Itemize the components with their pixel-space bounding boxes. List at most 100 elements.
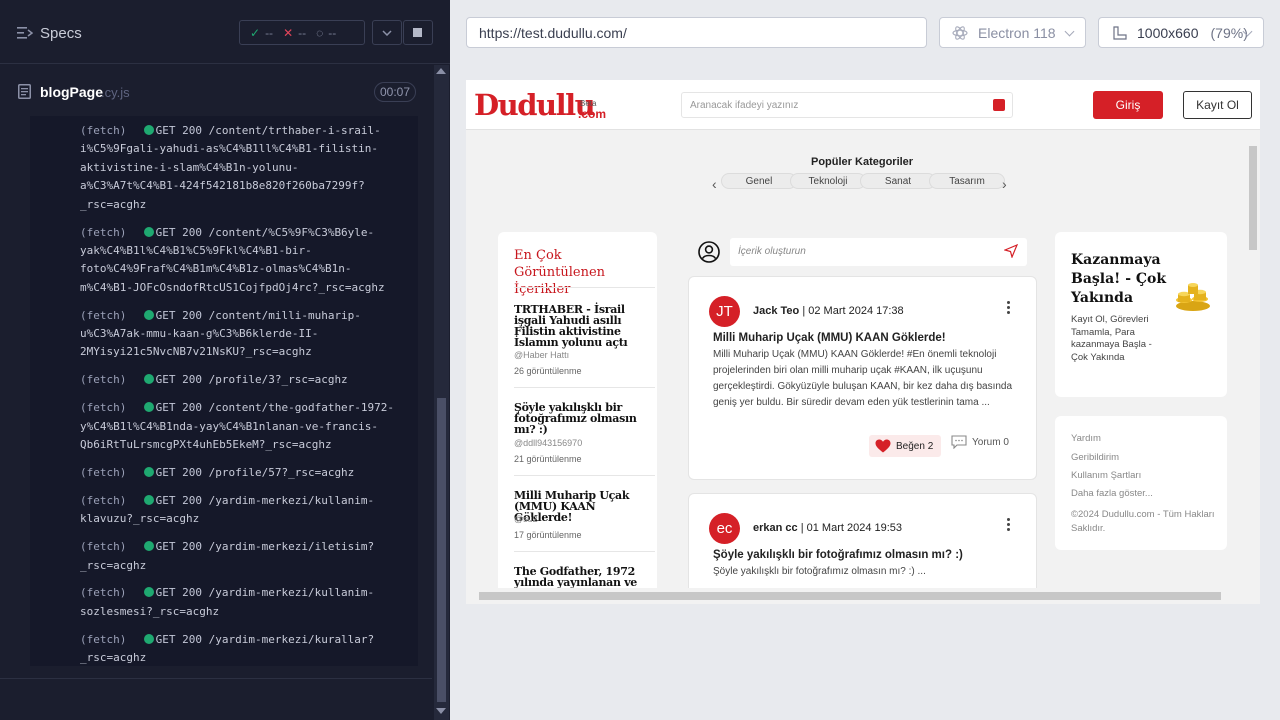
- passed-count: --: [265, 25, 274, 40]
- log-entry[interactable]: (fetch) GET 200 /yardim-merkezi/kullanim…: [80, 492, 416, 529]
- log-entry[interactable]: (fetch) GET 200 /content/milli-muharip-u…: [80, 307, 416, 362]
- stop-button[interactable]: [403, 20, 433, 45]
- status-dot-icon: [143, 374, 154, 385]
- log-method: GET: [155, 465, 176, 479]
- log-path: u%C3%A7ak-mmu-kaan-g%C3%B6klerde-II-: [80, 327, 319, 340]
- app-frame: Dudullu Beta .com Aranacak ifadeyi yazın…: [466, 80, 1260, 604]
- app-vertical-scroll-thumb[interactable]: [1249, 146, 1257, 250]
- more-vertical-icon[interactable]: [1007, 518, 1011, 533]
- pending-circle-icon: ◌: [316, 25, 324, 40]
- log-path: aktivistine-i-slam%C4%B1n-yolunu-: [80, 160, 299, 174]
- popular-categories-title: Popüler Kategoriler: [811, 156, 914, 168]
- log-entry[interactable]: (fetch) GET 200 /yardim-merkezi/iletisim…: [80, 538, 416, 575]
- log-entry[interactable]: (fetch) GET 200 /content/%C5%9F%C3%B6yle…: [80, 224, 416, 298]
- scroll-up-icon[interactable]: [436, 68, 446, 74]
- log-path: yak%C4%B1l%C4%B1%C5%9Fkl%C4%B1-bir-: [80, 243, 312, 257]
- app-horizontal-scroll-thumb[interactable]: [479, 592, 1221, 600]
- like-button[interactable]: Beğen 2: [869, 435, 941, 457]
- create-content-bar: İçerik oluşturun: [688, 238, 1028, 266]
- log-entry[interactable]: (fetch) GET 200 /profile/57?_rsc=acghz: [80, 464, 416, 482]
- category-teknoloji[interactable]: Teknoloji: [790, 173, 866, 189]
- pending-stat: ◌ --: [316, 26, 336, 40]
- link-show-more[interactable]: Daha fazla göster...: [1071, 488, 1153, 499]
- log-method: GET: [155, 632, 176, 646]
- log-status: 200: [182, 493, 202, 507]
- log-method: GET: [155, 225, 176, 239]
- status-dot-icon: [143, 226, 154, 237]
- most-viewed-item-user[interactable]: @su2: [514, 514, 538, 524]
- specs-list-icon[interactable]: [17, 26, 33, 40]
- spec-file-name: blogPage: [40, 84, 104, 100]
- category-genel[interactable]: Genel: [721, 173, 797, 189]
- link-feedback[interactable]: Geribildirim: [1071, 452, 1119, 463]
- most-viewed-item-views: 17 görüntülenme: [514, 530, 582, 540]
- log-path: /yardim-merkezi/kurallar?: [208, 632, 375, 646]
- comment-count: Yorum 0: [972, 436, 1009, 448]
- chevron-left-icon[interactable]: ‹: [712, 176, 717, 192]
- post-title[interactable]: Milli Muharip Uçak (MMU) KAAN Göklerde!: [713, 332, 946, 344]
- user-avatar-icon[interactable]: [698, 241, 720, 263]
- post-card[interactable]: JT Jack Teo | 02 Mart 2024 17:38 Milli M…: [688, 276, 1037, 480]
- viewport-selector[interactable]: 1000x660 (79%): [1098, 17, 1264, 48]
- status-dot-icon: [143, 494, 154, 505]
- more-vertical-icon[interactable]: [1007, 301, 1011, 316]
- avatar[interactable]: ec: [709, 513, 740, 544]
- log-type: (fetch): [80, 308, 127, 322]
- send-icon[interactable]: [1004, 244, 1018, 258]
- link-help[interactable]: Yardım: [1071, 433, 1101, 444]
- log-status: 200: [182, 124, 202, 137]
- category-tasarim[interactable]: Tasarım: [929, 173, 1005, 189]
- panel-topbar: Specs ✓ -- ✕ -- ◌ --: [0, 0, 450, 64]
- command-log: (fetch) GET 200 /content/trthaber-i-srai…: [30, 116, 418, 666]
- divider: [0, 678, 432, 679]
- register-button[interactable]: Kayıt Ol: [1183, 91, 1252, 119]
- scroll-down-icon[interactable]: [436, 708, 446, 714]
- log-status: 200: [182, 540, 202, 554]
- most-viewed-item-user[interactable]: @Haber Hattı: [514, 350, 569, 360]
- post-body: Milli Muharip Uçak (MMU) KAAN Göklerde! …: [713, 349, 1013, 408]
- browser-selector[interactable]: Electron 118: [939, 17, 1086, 48]
- stop-icon: [413, 27, 422, 37]
- panel-scroll-thumb[interactable]: [437, 398, 446, 702]
- divider: [514, 387, 655, 388]
- post-author[interactable]: erkan cc: [753, 522, 798, 534]
- log-method: GET: [155, 493, 176, 507]
- log-path: /profile/57?_rsc=acghz: [208, 465, 355, 479]
- earn-description: Kayıt Ol, Görevleri Tamamla, Para kazanm…: [1071, 314, 1152, 363]
- site-search-input[interactable]: Aranacak ifadeyi yazınız: [681, 92, 1013, 118]
- pending-count: --: [328, 25, 337, 40]
- chevron-right-icon[interactable]: ›: [1002, 176, 1007, 192]
- log-path: 2MYisyi21c5NvcNB7v21NsKU?_rsc=acghz: [80, 345, 312, 359]
- most-viewed-item-title[interactable]: TRTHABER - İsrail işgali Yahudi asıllı F…: [514, 304, 657, 348]
- chevron-down-icon: [1064, 26, 1075, 37]
- search-icon[interactable]: [993, 99, 1005, 111]
- post-author[interactable]: Jack Teo: [753, 305, 799, 317]
- log-type: (fetch): [80, 586, 127, 600]
- dropdown-button[interactable]: [372, 20, 402, 45]
- most-viewed-item-title[interactable]: Şöyle yakılışklı bir fotoğrafımız olması…: [514, 402, 657, 435]
- create-content-input[interactable]: İçerik oluşturun: [730, 238, 1027, 266]
- post-date: | 02 Mart 2024 17:38: [802, 305, 904, 317]
- site-logo[interactable]: Dudullu: [474, 88, 596, 122]
- most-viewed-item-user[interactable]: @ddll943156970: [514, 438, 582, 448]
- log-entry[interactable]: (fetch) GET 200 /content/the-godfather-1…: [80, 399, 416, 454]
- comment-button[interactable]: Yorum 0: [951, 435, 1009, 449]
- category-sanat[interactable]: Sanat: [860, 173, 936, 189]
- log-path: klavuzu?_rsc=acghz: [80, 512, 200, 526]
- log-entry[interactable]: (fetch) GET 200 /content/trthaber-i-srai…: [80, 122, 416, 214]
- log-path: /content/trthaber-i-srail-: [208, 124, 381, 137]
- link-terms[interactable]: Kullanım Şartları: [1071, 470, 1141, 481]
- log-type: (fetch): [80, 373, 127, 387]
- spec-header[interactable]: blogPage .cy.js: [0, 75, 432, 110]
- login-button[interactable]: Giriş: [1093, 91, 1163, 119]
- spec-file-ext: .cy.js: [101, 85, 130, 100]
- url-bar[interactable]: https://test.dudullu.com/: [466, 17, 927, 48]
- avatar[interactable]: JT: [709, 296, 740, 327]
- log-entry[interactable]: (fetch) GET 200 /yardim-merkezi/kullanim…: [80, 584, 416, 621]
- log-path: m%C4%B1-JOFcOsndofRtcUS1CojfpdOj4rc?_rsc…: [80, 280, 385, 294]
- post-title[interactable]: Şöyle yakılışklı bir fotoğrafımız olması…: [713, 549, 963, 561]
- log-entry[interactable]: (fetch) GET 200 /profile/3?_rsc=acghz: [80, 371, 416, 389]
- log-entry[interactable]: (fetch) GET 200 /yardim-merkezi/kurallar…: [80, 631, 416, 666]
- specs-label[interactable]: Specs: [40, 25, 82, 42]
- status-dot-icon: [143, 125, 154, 135]
